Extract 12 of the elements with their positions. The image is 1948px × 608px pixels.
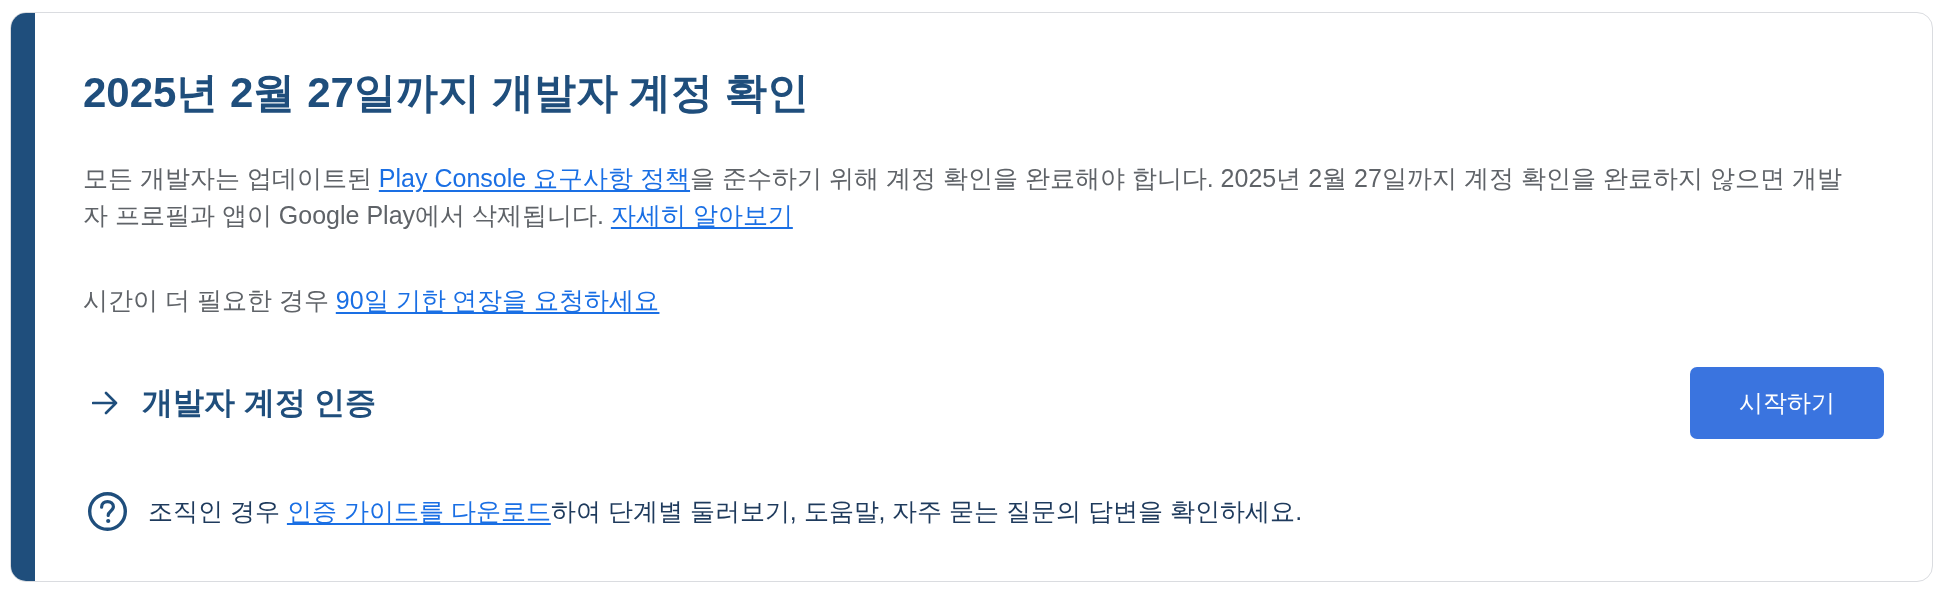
notice-title: 2025년 2월 27일까지 개발자 계정 확인 bbox=[83, 70, 810, 116]
notice-paragraph: 시간이 더 필요한 경우 90일 기한 연장을 요청하세요 bbox=[83, 285, 661, 316]
text-link[interactable]: 자세히 알아보기 bbox=[610, 201, 793, 229]
text-link[interactable]: 인증 가이드를 다운로드 bbox=[286, 497, 551, 525]
start-button[interactable]: 시작하기 bbox=[1690, 367, 1884, 439]
notice-paragraph: 모든 개발자는 업데이트된 Play Console 요구사항 정책을 준수하기 위해 계정 확인을 완료해야 합니다. 2025년 2월 27일까지 계정 확인을 완료하지 않으면 개발자 프로필과 앱이 Google Play에서 삭제됩니다. 자세히 알아보기 bbox=[83, 163, 1843, 231]
help-text: 조직인 경우 인증 가이드를 다운로드하여 단계별 둘러보기, 도움말, 자주 묻는 질문의 답변을 확인하세요. bbox=[148, 496, 1303, 527]
right-arrow-icon bbox=[92, 391, 118, 415]
help-icon bbox=[88, 492, 127, 531]
text-link[interactable]: Play Console 요구사항 정책 bbox=[378, 164, 691, 192]
text-link[interactable]: 90일 기한 연장을 요청하세요 bbox=[335, 286, 660, 314]
task-label: 개발자 계정 인증 bbox=[142, 384, 377, 422]
